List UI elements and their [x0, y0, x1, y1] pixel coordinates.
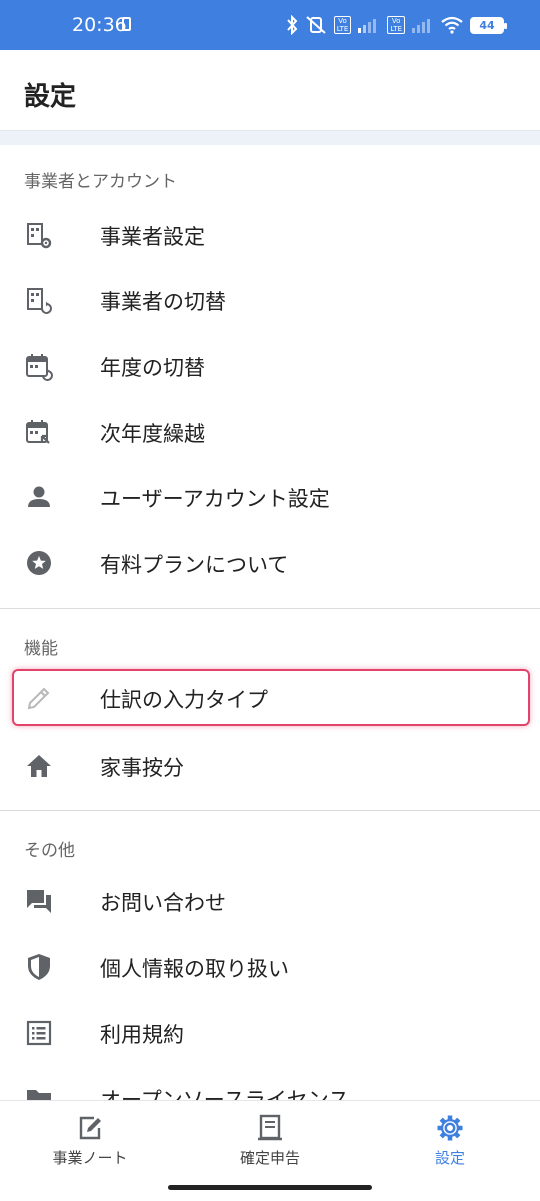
status-time: 20:36: [72, 14, 127, 36]
person-icon: [28, 486, 50, 507]
nav-tab-settings[interactable]: 設定: [360, 1113, 540, 1173]
building-gear-icon: [27, 223, 52, 249]
settings-item-contact[interactable]: お問い合わせ: [0, 871, 540, 931]
calendar-switch-icon: [26, 354, 53, 381]
settings-item-user-account[interactable]: ユーザーアカウント設定: [0, 467, 540, 527]
header-shadow-strip: [0, 130, 540, 145]
section-divider: [0, 608, 540, 609]
settings-item-household-allocation[interactable]: 家事按分: [0, 736, 540, 796]
settings-item-label: 事業者の切替: [100, 290, 226, 314]
section-header-features: 機能: [24, 639, 58, 659]
shield-icon: [28, 954, 50, 980]
status-bar: 20:36 Vo LTE Vo LTE 44: [0, 0, 540, 50]
mute-vibrate-icon: [306, 16, 326, 34]
calendar-carry-icon: [26, 420, 50, 444]
building-switch-icon: [27, 288, 52, 314]
settings-item-label: お問い合わせ: [100, 891, 226, 915]
settings-item-label: 次年度繰越: [100, 422, 205, 446]
gesture-bar: [168, 1185, 372, 1190]
gear-icon: [437, 1115, 463, 1141]
settings-item-label: ユーザーアカウント設定: [100, 487, 330, 511]
note-edit-icon: [79, 1116, 101, 1140]
signal-icon-2: [412, 19, 430, 33]
settings-item-privacy[interactable]: 個人情報の取り扱い: [0, 937, 540, 997]
status-icons: Vo LTE Vo LTE 44: [286, 12, 507, 38]
settings-item-carry-over[interactable]: 次年度繰越: [0, 402, 540, 462]
settings-item-terms[interactable]: 利用規約: [0, 1003, 540, 1063]
settings-item-label: 年度の切替: [100, 356, 205, 380]
highlight-outline: [12, 669, 530, 726]
section-header-account: 事業者とアカウント: [24, 172, 177, 192]
battery-icon: 44: [470, 16, 507, 34]
home-icon: [27, 755, 51, 777]
section-header-other: その他: [24, 841, 75, 861]
signal-icon: [358, 19, 377, 33]
receipt-icon: [258, 1114, 282, 1141]
bluetooth-icon: [286, 15, 298, 35]
settings-item-paid-plan[interactable]: 有料プランについて: [0, 533, 540, 593]
settings-item-business-settings[interactable]: 事業者設定: [0, 205, 540, 265]
volte-icon: Vo LTE: [333, 16, 352, 34]
list-doc-icon: [26, 1020, 52, 1046]
section-divider: [0, 810, 540, 811]
volte-icon-2: Vo LTE: [387, 16, 405, 34]
star-circle-icon: [27, 551, 51, 575]
app-bar: 設定: [0, 50, 540, 130]
nav-tab-tax-return[interactable]: 確定申告: [180, 1113, 360, 1173]
settings-item-label: 有料プランについて: [100, 553, 289, 577]
wifi-icon: [441, 16, 463, 34]
nav-tab-label: 設定: [434, 1149, 465, 1167]
nav-tab-label: 確定申告: [239, 1149, 300, 1167]
settings-item-label: 個人情報の取り扱い: [100, 957, 289, 981]
settings-item-business-switch[interactable]: 事業者の切替: [0, 270, 540, 330]
settings-item-label: 事業者設定: [100, 225, 205, 249]
settings-item-label: 家事按分: [100, 756, 184, 780]
nav-tab-label: 事業ノート: [52, 1149, 128, 1167]
page-title: 設定: [24, 82, 77, 112]
nav-tab-business-note[interactable]: 事業ノート: [0, 1113, 180, 1173]
settings-item-year-switch[interactable]: 年度の切替: [0, 336, 540, 396]
settings-item-label: 利用規約: [100, 1023, 184, 1047]
chat-icon: [27, 890, 51, 913]
sim-icon: [122, 17, 131, 31]
